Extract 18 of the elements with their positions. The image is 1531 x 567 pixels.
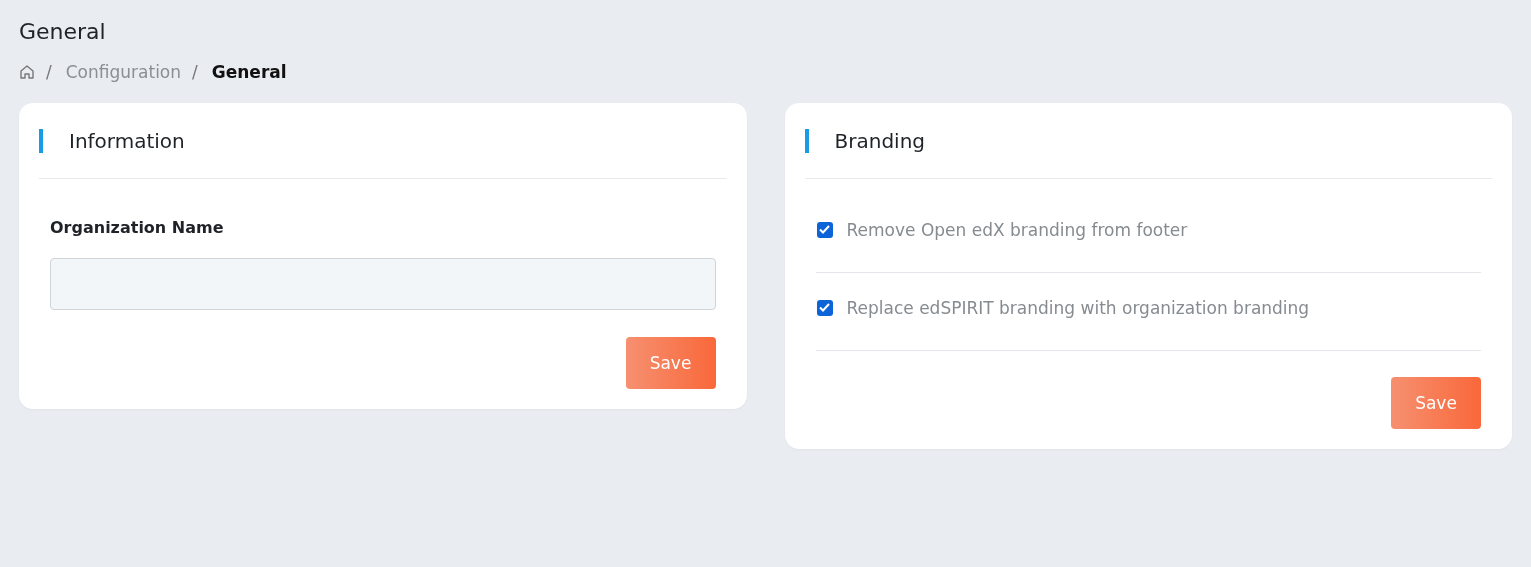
home-icon[interactable]: [19, 64, 35, 80]
option-label: Remove Open edX branding from footer: [846, 219, 1188, 240]
accent-bar: [39, 128, 43, 153]
option-label: Replace edSPIRIT branding with organization branding: [846, 297, 1310, 318]
checkbox[interactable]: [816, 299, 833, 316]
save-button[interactable]: Save: [1391, 377, 1481, 429]
save-button[interactable]: Save: [625, 337, 716, 389]
input-field[interactable]: [50, 258, 716, 310]
field-label: Organization Name: [50, 217, 225, 238]
checkbox[interactable]: [816, 221, 833, 238]
breadcrumb-current: General: [211, 62, 287, 82]
breadcrumb-separator: /: [192, 62, 198, 82]
breadcrumb-separator: /: [46, 62, 52, 82]
card-title: Branding: [834, 128, 925, 153]
card-title: Information: [69, 128, 185, 153]
accent-bar: [804, 128, 809, 153]
breadcrumb-link[interactable]: Configuration: [65, 62, 182, 82]
page-title: General: [19, 18, 107, 46]
